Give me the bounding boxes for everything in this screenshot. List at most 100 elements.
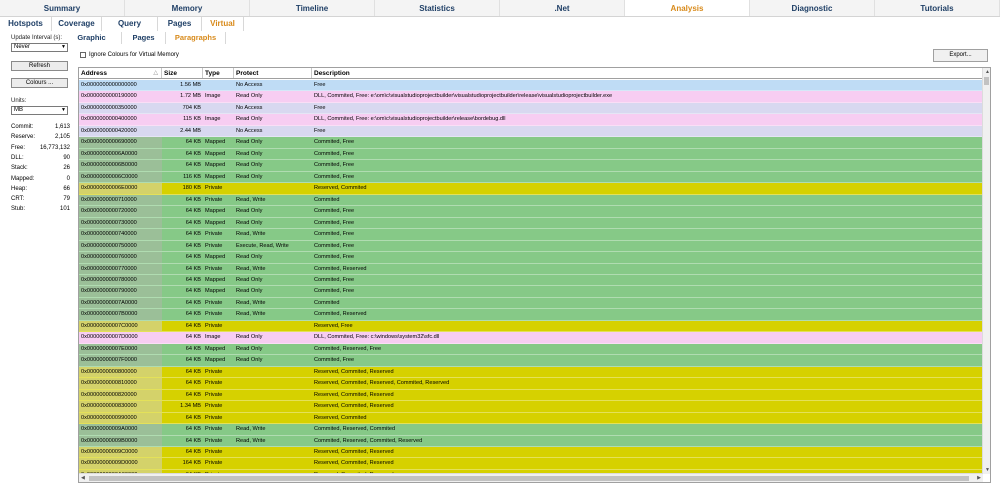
table-row[interactable]: 0x0000000000720000 64 KB Mapped Read Only Co…: [79, 206, 983, 218]
tab-virtual[interactable]: Virtual: [202, 17, 244, 31]
table-row[interactable]: 0x00000000006E0000 180 KB Private Reserved,…: [79, 183, 983, 195]
table-row[interactable]: 0x00000000006C0000 116 KB Mapped Read Only C…: [79, 171, 983, 184]
tab-net[interactable]: .Net: [500, 0, 625, 16]
column-header-protect[interactable]: Protect: [234, 68, 312, 78]
tab-summary[interactable]: Summary: [0, 0, 125, 16]
table-row[interactable]: 0x0000000000350000 704 KB No Access Free: [79, 102, 983, 115]
stat-stack: Stack: 26: [11, 165, 70, 171]
cell-size: 64 KB: [185, 219, 201, 226]
column-header-size[interactable]: Size: [162, 68, 203, 78]
vertical-scroll-thumb[interactable]: [984, 77, 989, 85]
tab-pages[interactable]: Pages: [158, 17, 202, 31]
stat-value: 0: [66, 175, 70, 182]
table-row[interactable]: 0x0000000000780000 64 KB Mapped Read Only Co…: [79, 274, 983, 287]
table-row[interactable]: 0x00000000007F0000 64 KB Mapped Read Only Co…: [79, 355, 983, 367]
tab-analysis[interactable]: Analysis: [625, 0, 750, 16]
cell-type: Private: [205, 196, 223, 203]
horizontal-scrollbar[interactable]: ◀ ▶: [79, 473, 983, 482]
cell-protect: [234, 390, 312, 400]
table-row[interactable]: 0x0000000000190000 1.72 MB Image Read Only D…: [79, 91, 983, 103]
cell-desc: Commited, Free: [314, 242, 355, 249]
tab-pages[interactable]: Pages: [122, 32, 166, 44]
table-row[interactable]: 0x00000000006A0000 64 KB Mapped Read Only Co…: [79, 148, 983, 161]
scroll-up-icon[interactable]: ▲: [985, 69, 990, 75]
table-row[interactable]: 0x0000000000420000 2.44 MB No Access Free: [79, 125, 983, 138]
table-row[interactable]: 0x0000000000990000 64 KB Private Reserved, …: [79, 412, 983, 425]
stat-label: Free:: [11, 144, 26, 151]
update-interval-select[interactable]: Never ▼: [11, 43, 68, 52]
table-row[interactable]: 0x00000000009A0000 64 KB Private Read, Writ…: [79, 424, 983, 436]
table-row[interactable]: 0x0000000000790000 64 KB Mapped Read Only Co…: [79, 286, 983, 298]
horizontal-scroll-thumb[interactable]: [89, 476, 969, 481]
units-select[interactable]: MB ▼: [11, 106, 68, 115]
table-row[interactable]: 0x00000000006B0000 64 KB Mapped Read Only Co…: [79, 160, 983, 172]
stat-value: 1,613: [54, 124, 70, 130]
cell-size: 64 KB: [185, 449, 201, 455]
cell-size: 64 KB: [185, 311, 201, 318]
table-row[interactable]: 0x0000000000830000 1.34 MB Private Reserved…: [79, 401, 983, 413]
refresh-button[interactable]: Refresh: [11, 61, 68, 71]
virtual-memory-table[interactable]: Address △ Size Type Protect Description 0…: [78, 67, 991, 483]
export-button[interactable]: Export...: [933, 49, 988, 62]
table-row[interactable]: 0x0000000000770000 64 KB Private Read, Writ…: [79, 263, 983, 275]
table-row[interactable]: 0x00000000007B0000 64 KB Private Read, Writ…: [79, 309, 983, 321]
tab-coverage[interactable]: Coverage: [52, 17, 102, 31]
cell-protect: Read Only: [236, 173, 263, 180]
vertical-scrollbar[interactable]: ▲ ▼: [982, 68, 990, 474]
table-row[interactable]: 0x0000000000000000 1.56 MB No Access Free: [79, 80, 983, 92]
table-row[interactable]: 0x0000000000400000 115 KB Image Read Only DL…: [79, 114, 983, 126]
tab-timeline[interactable]: Timeline: [250, 0, 375, 16]
table-row[interactable]: 0x0000000000750000 64 KB Private Execute, R…: [79, 240, 983, 253]
cell-protect: [234, 458, 312, 468]
table-row[interactable]: 0x00000000007E0000 64 KB Mapped Read Only Co…: [79, 343, 983, 356]
column-header-description[interactable]: Description: [312, 68, 983, 78]
cell-size: 64 KB: [185, 276, 201, 283]
cell-type: Mapped: [205, 254, 226, 261]
table-row[interactable]: 0x0000000000730000 64 KB Mapped Read Only Co…: [79, 217, 983, 230]
table-row[interactable]: 0x0000000000690000 64 KB Mapped Read Only Co…: [79, 137, 983, 149]
cell-type: Image: [205, 116, 221, 123]
cell-addr: 0x00000000006A0000: [79, 148, 162, 160]
table-row[interactable]: 0x00000000009D0000 164 KB Private Reserved,…: [79, 458, 983, 470]
table-row[interactable]: 0x0000000000710000 64 KB Private Read, Writ…: [79, 194, 983, 207]
table-row[interactable]: 0x0000000000800000 64 KB Private Reserved, …: [79, 366, 983, 379]
tab-memory[interactable]: Memory: [125, 0, 250, 16]
colours-button[interactable]: Colours ...: [11, 78, 68, 88]
scroll-down-icon[interactable]: ▼: [985, 467, 990, 473]
tab-graphic[interactable]: Graphic: [62, 32, 122, 44]
table-row[interactable]: 0x0000000000810000 64 KB Private Reserved, …: [79, 378, 983, 390]
column-header-type[interactable]: Type: [203, 68, 234, 78]
scroll-left-icon[interactable]: ◀: [81, 475, 85, 481]
cell-type: Mapped: [205, 139, 226, 146]
cell-size: 64 KB: [185, 196, 201, 203]
stat-label: Heap:: [11, 185, 28, 192]
cell-type: Private: [205, 449, 223, 455]
tab-query[interactable]: Query: [102, 17, 158, 31]
tab-diagnostic[interactable]: Diagnostic: [750, 0, 875, 16]
chevron-down-icon: ▼: [61, 107, 66, 113]
scroll-right-icon[interactable]: ▶: [977, 475, 981, 481]
tab-paragraphs[interactable]: Paragraphs: [166, 32, 226, 44]
cell-addr: 0x0000000000000000: [81, 82, 137, 88]
tab-hotspots[interactable]: Hotspots: [0, 17, 52, 31]
cell-size: 64 KB: [185, 242, 201, 249]
tab-tutorials[interactable]: Tutorials: [875, 0, 1000, 16]
table-row[interactable]: 0x00000000007C0000 64 KB Private Reserved, …: [79, 320, 983, 333]
cell-type: Mapped: [205, 276, 226, 283]
ignore-colours-option[interactable]: Ignore Colours for Virtual Memory: [80, 52, 179, 58]
table-row[interactable]: 0x0000000000740000 64 KB Private Read, Writ…: [79, 229, 983, 241]
cell-type: [203, 103, 234, 113]
table-row[interactable]: 0x00000000009B0000 64 KB Private Read, Writ…: [79, 435, 983, 447]
cell-protect: No Access: [236, 127, 263, 134]
table-row[interactable]: 0x0000000000820000 64 KB Private Reserved, …: [79, 389, 983, 402]
cell-size: 64 KB: [185, 322, 201, 329]
tab-statistics[interactable]: Statistics: [375, 0, 500, 16]
column-header-address[interactable]: Address △: [79, 68, 162, 78]
table-row[interactable]: 0x00000000007D0000 64 KB Image Read Only DLL…: [79, 332, 983, 344]
stat-value: 66: [63, 185, 70, 192]
table-row[interactable]: 0x00000000009C0000 64 KB Private Reserved, …: [79, 447, 983, 459]
ignore-colours-checkbox[interactable]: [80, 52, 86, 58]
table-row[interactable]: 0x00000000007A0000 64 KB Private Read, Writ…: [79, 297, 983, 310]
table-row[interactable]: 0x0000000000760000 64 KB Mapped Read Only Co…: [79, 252, 983, 264]
cell-size: 1.34 MB: [180, 403, 201, 410]
